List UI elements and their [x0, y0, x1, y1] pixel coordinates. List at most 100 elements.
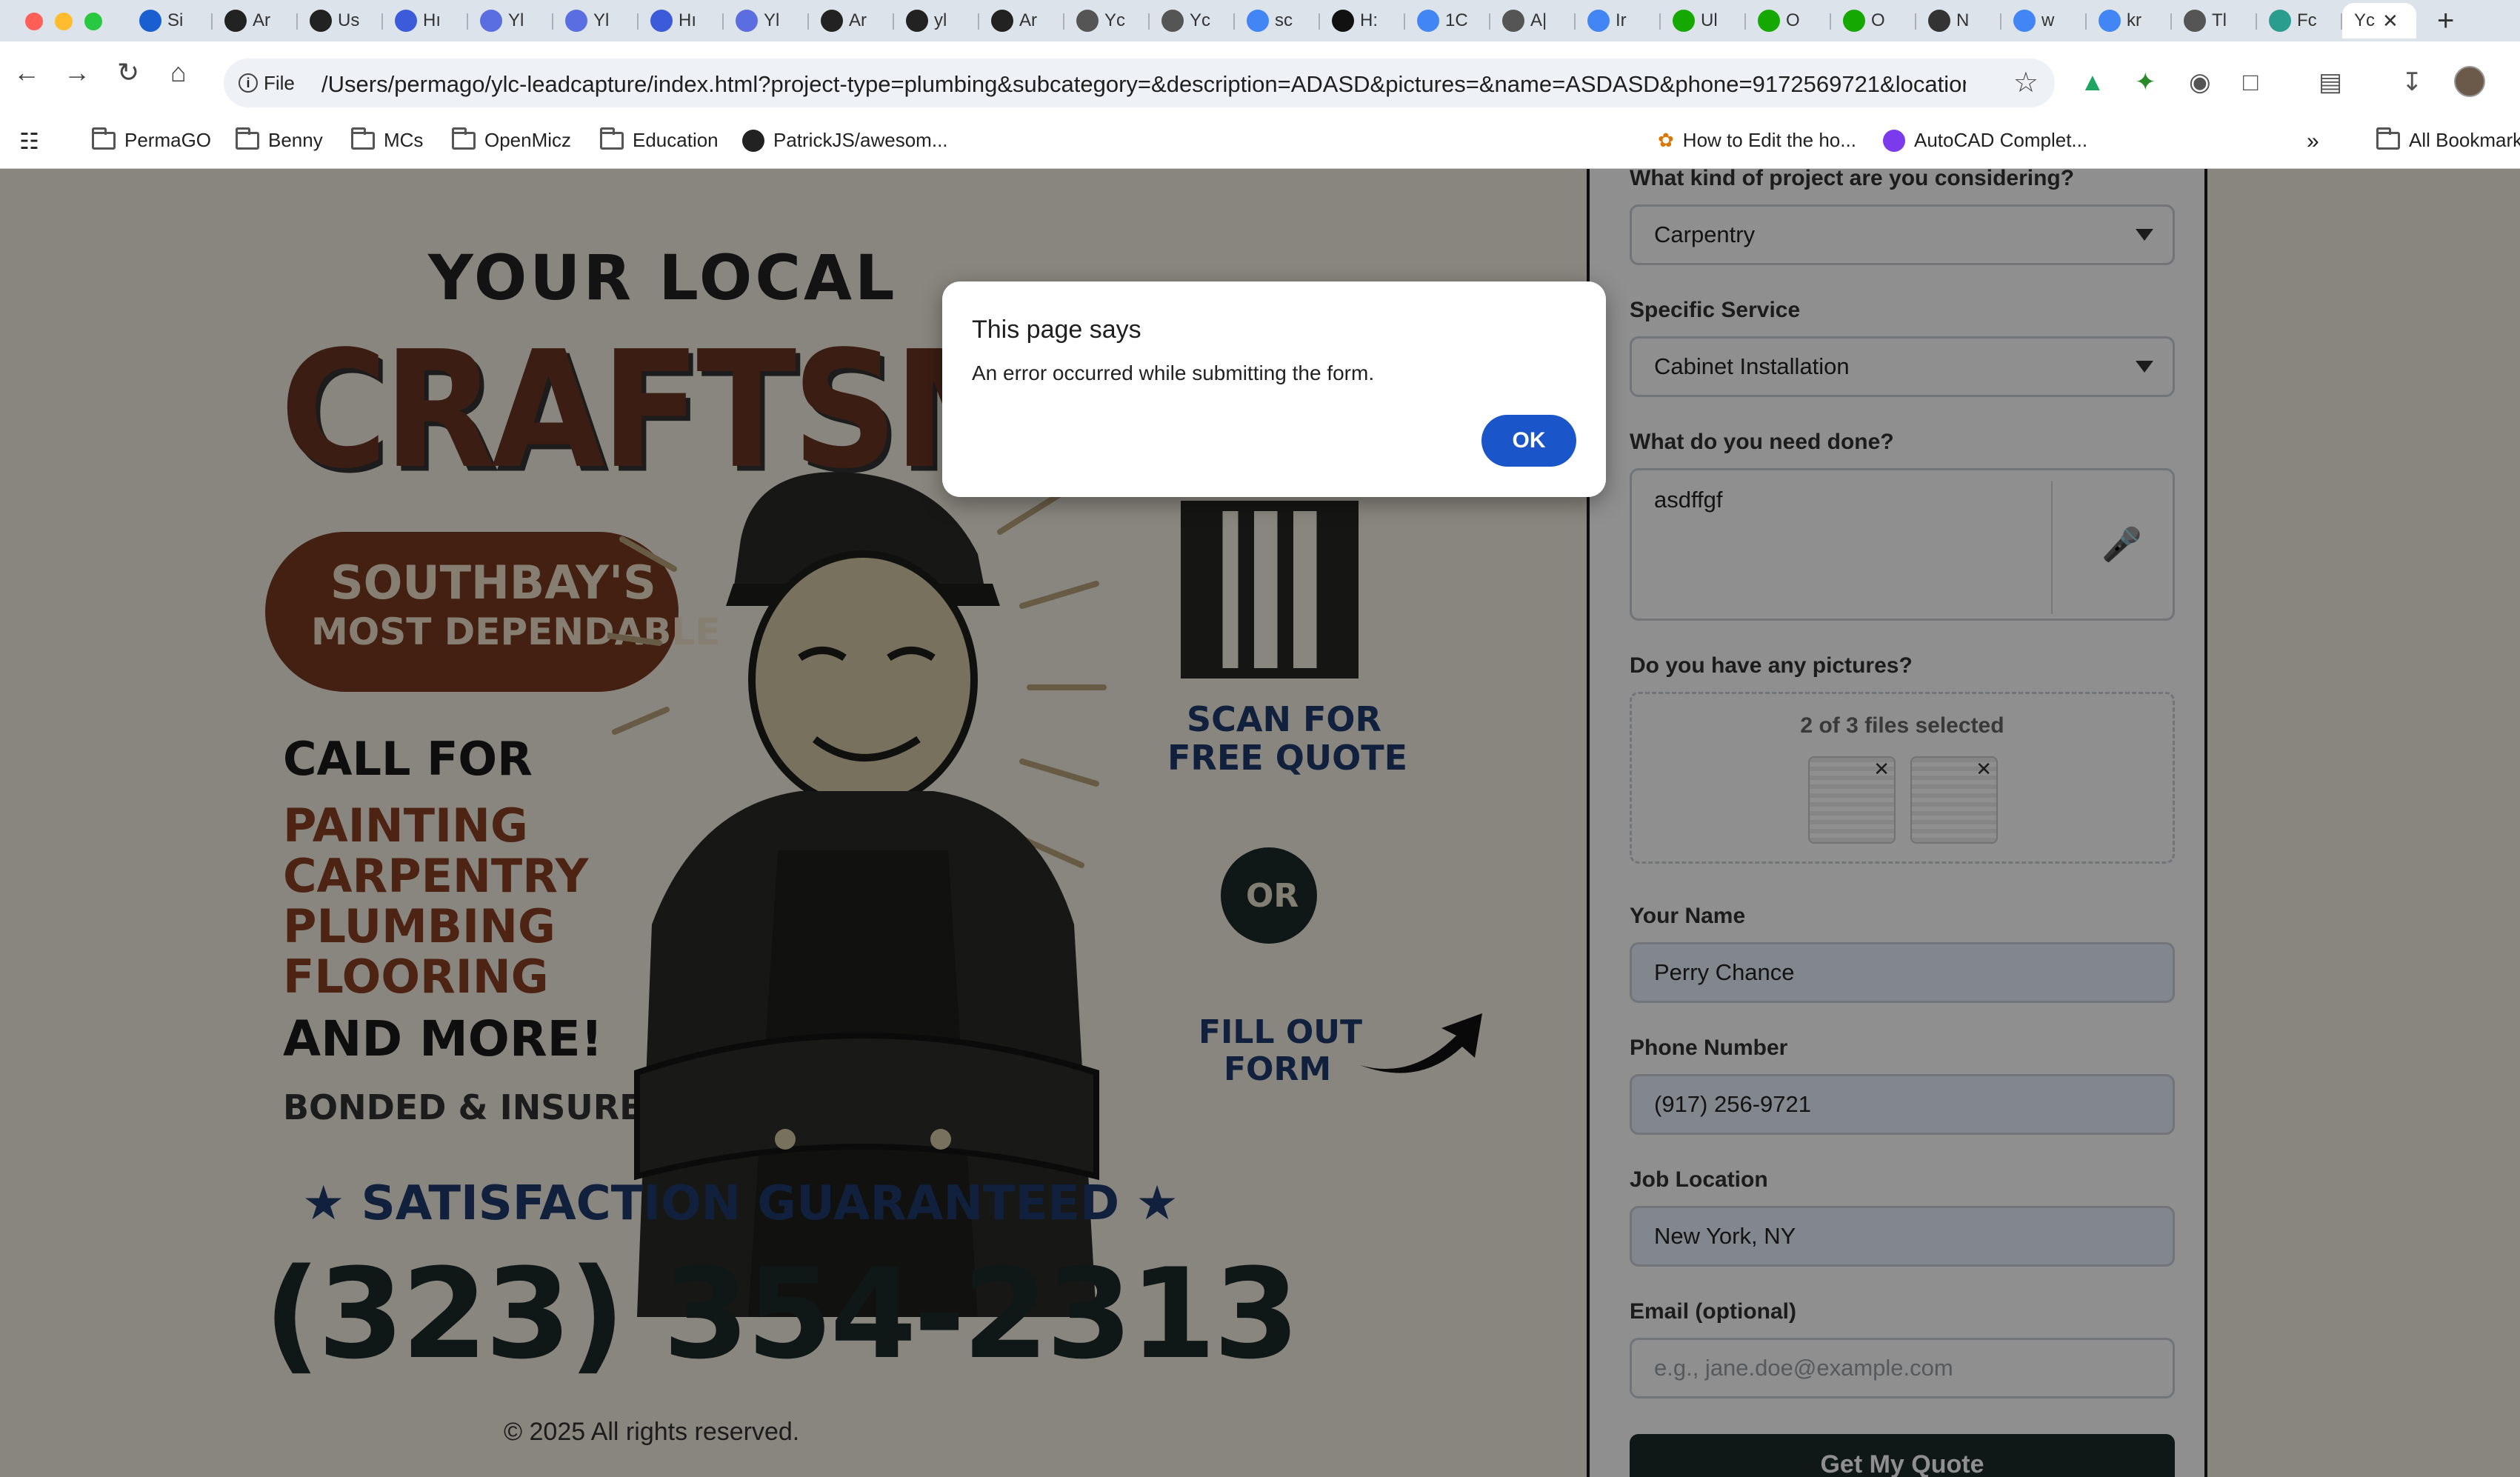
browser-tab[interactable]: Yc — [1150, 3, 1235, 39]
browser-tab[interactable]: 1C — [1405, 3, 1490, 39]
tab-title: yl — [934, 10, 947, 30]
page-content: YOUR LOCAL CRAFTSMAN SOUTHBAY'S MOST DEP… — [0, 169, 2520, 1477]
bookmark-all-bookmarks[interactable]: All Bookmarks — [2376, 127, 2520, 152]
bookmark-label: MCs — [384, 129, 424, 151]
active-browser-tab[interactable]: Yc ✕ — [2342, 3, 2416, 39]
close-tab-icon[interactable]: ✕ — [2382, 10, 2399, 33]
bookmark-label: PermaGO — [124, 129, 212, 151]
browser-tab[interactable]: Tl — [2172, 3, 2257, 39]
site-info-button[interactable]: i File — [239, 69, 310, 97]
more-bookmarks-chevron-icon[interactable]: » — [2307, 129, 2319, 154]
bookmark-edit-home[interactable]: ✿ How to Edit the ho... — [1658, 129, 1856, 152]
browser-tab[interactable]: Yl — [468, 3, 553, 39]
forward-icon[interactable]: → — [64, 56, 90, 89]
reload-icon[interactable]: ↻ — [117, 56, 139, 89]
browser-tab[interactable]: Ar — [979, 3, 1064, 39]
tab-title: Ul — [1701, 10, 1718, 30]
browser-tab[interactable]: H: — [1320, 3, 1405, 39]
tab-title: Hı — [423, 10, 441, 30]
bookmark-label: Benny — [268, 129, 323, 151]
tab-title: Yl — [593, 10, 610, 30]
upwork-icon — [1673, 10, 1695, 32]
tab-title: Ar — [253, 10, 270, 30]
tab-search-icon[interactable]: ▤ — [2319, 67, 2342, 97]
download-icon[interactable]: ↧ — [2401, 67, 2423, 97]
bookmark-label: All Bookmarks — [2409, 129, 2520, 151]
bookmark-label: AutoCAD Complet... — [1914, 129, 2088, 151]
diamond-icon — [2269, 10, 2291, 32]
globe-icon — [2184, 10, 2206, 32]
tab-title: H: — [1360, 10, 1378, 30]
printer-icon — [736, 10, 758, 32]
browser-tab[interactable]: sc — [1235, 3, 1320, 39]
printer-icon — [565, 10, 587, 32]
browser-tab[interactable]: Us — [298, 3, 383, 39]
google-icon — [2013, 10, 2036, 32]
tab-title: 1C — [1445, 10, 1468, 30]
upwork-icon — [1758, 10, 1780, 32]
tab-title: Yc — [1190, 10, 1211, 30]
google-drive-icon[interactable]: ▲ — [2080, 67, 2105, 97]
tab-title: Us — [338, 10, 360, 30]
browser-tab[interactable]: Yl — [553, 3, 639, 39]
tab-list: Si Ar Us Hı Yl Yl Hı Yl Ar yl Ar Yc Yc sc H: 1C A| Ir Ul O O… — [127, 3, 2416, 41]
anthropic-icon — [224, 10, 247, 32]
folder-icon — [92, 127, 116, 150]
browser-tab[interactable]: O — [1746, 3, 1831, 39]
back-icon[interactable]: ← — [13, 56, 40, 89]
minimize-window-button[interactable] — [55, 13, 73, 30]
browser-tab[interactable]: Hı — [639, 3, 724, 39]
close-window-button[interactable] — [25, 13, 43, 30]
anthropic-icon — [991, 10, 1013, 32]
browser-tab[interactable]: Ar — [213, 3, 298, 39]
browser-tab[interactable]: Hı — [383, 3, 468, 39]
browser-tab[interactable]: Fc — [2257, 3, 2342, 39]
tab-title: Yc — [1104, 10, 1126, 30]
extensions-puzzle-icon[interactable]: □ — [2243, 67, 2259, 97]
bookmark-education[interactable]: Education — [600, 127, 719, 152]
bookmark-mcs[interactable]: MCs — [351, 127, 424, 152]
browser-tab[interactable]: A| — [1490, 3, 1576, 39]
tab-title: Tl — [2212, 10, 2227, 30]
google-icon — [1247, 10, 1269, 32]
ok-button[interactable]: OK — [1481, 415, 1576, 467]
address-bar[interactable]: i File /Users/permago/ylc-leadcapture/in… — [224, 59, 2055, 107]
browser-tab[interactable]: O — [1831, 3, 1916, 39]
browser-tab[interactable]: Si — [127, 3, 213, 39]
tab-title: A| — [1530, 10, 1547, 30]
new-tab-button[interactable]: + — [2437, 6, 2454, 36]
github-icon — [742, 129, 764, 152]
alert-dialog: This page says An error occurred while s… — [942, 281, 1606, 497]
bookmark-star-icon[interactable]: ☆ — [2013, 66, 2039, 99]
extension-bird-icon[interactable]: ✦ — [2135, 67, 2156, 97]
printer-icon — [480, 10, 502, 32]
folder-icon — [351, 127, 375, 150]
tab-title: Ar — [849, 10, 867, 30]
profile-avatar[interactable] — [2454, 66, 2485, 97]
tab-title: kr — [2127, 10, 2141, 30]
tab-title: Yc — [2354, 10, 2376, 30]
home-icon[interactable]: ⌂ — [170, 56, 187, 89]
bookmark-openmicz[interactable]: OpenMicz — [452, 127, 571, 152]
browser-tab[interactable]: Ar — [809, 3, 894, 39]
browser-tab[interactable]: yl — [894, 3, 979, 39]
apps-grid-icon[interactable]: ☷ — [19, 129, 39, 155]
bookmarks-bar: ☷ PermaGO Benny MCs OpenMicz Education P… — [0, 119, 2520, 169]
bookmark-autocad[interactable]: AutoCAD Complet... — [1883, 129, 2087, 152]
bookmark-label: Education — [633, 129, 719, 151]
browser-tab[interactable]: kr — [2087, 3, 2172, 39]
browser-tab[interactable]: Ir — [1576, 3, 1661, 39]
bookmark-patrickjs[interactable]: PatrickJS/awesom... — [742, 129, 948, 152]
browser-tab[interactable]: Ul — [1661, 3, 1746, 39]
browser-tab[interactable]: Yl — [724, 3, 809, 39]
camera-icon[interactable]: ◉ — [2189, 67, 2211, 97]
browser-tab[interactable]: N — [1916, 3, 2001, 39]
url-text[interactable]: /Users/permago/ylc-leadcapture/index.htm… — [321, 71, 1966, 98]
zoom-window-button[interactable] — [84, 13, 102, 30]
browser-tab[interactable]: w — [2001, 3, 2087, 39]
bookmark-permago[interactable]: PermaGO — [92, 127, 212, 152]
bookmark-benny[interactable]: Benny — [236, 127, 323, 152]
folder-icon — [600, 127, 624, 150]
upwork-icon — [1843, 10, 1865, 32]
browser-tab[interactable]: Yc — [1064, 3, 1150, 39]
